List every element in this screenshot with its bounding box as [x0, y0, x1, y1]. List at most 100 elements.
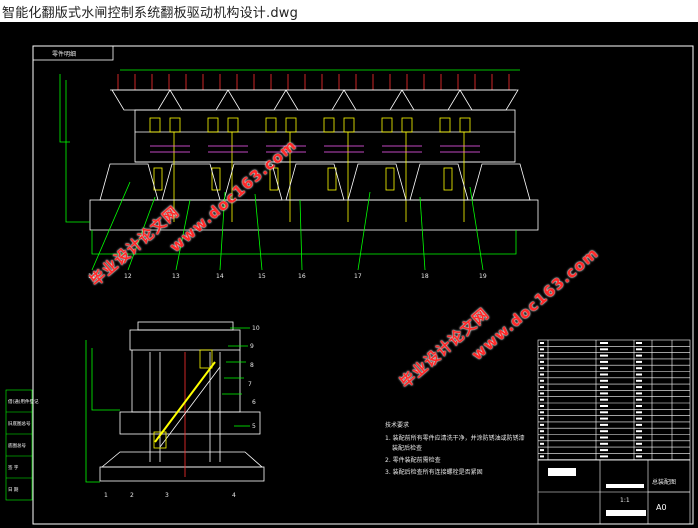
stamp-label: 签 字 [8, 464, 19, 471]
cell-mark [540, 348, 544, 351]
parts-list [537, 339, 691, 525]
cell-mark [600, 386, 608, 389]
funnel [343, 89, 403, 111]
cylinder [169, 117, 181, 133]
cell-mark [636, 367, 642, 370]
notes-item-3: 2. 零件装配前需检查 [385, 456, 441, 464]
cell-mark [540, 342, 544, 344]
cell-mark [540, 417, 544, 420]
cell-mark [600, 342, 608, 344]
technical-notes: 技术要求 1. 装配前所有零件应清洗干净，并涂防锈油或防锈漆 装配后检查 2. … [385, 421, 525, 476]
side-elevation-view: 1 2 3 4 5 6 7 8 9 10 [85, 321, 265, 499]
balloon-label: 8 [250, 362, 254, 369]
balloon-label: 16 [298, 273, 306, 280]
cell-mark [636, 342, 642, 344]
titleblock-sheet-size: A0 [656, 503, 667, 512]
cell-mark [600, 405, 608, 407]
stamp-label: 借(通)用件登记 [8, 398, 39, 405]
cell-mark [540, 430, 544, 433]
balloon-label: 18 [421, 273, 429, 280]
leader [469, 186, 484, 271]
cell-mark [540, 423, 544, 426]
cell-mark [540, 449, 544, 452]
cylinder [153, 167, 163, 191]
stamp-label: 旧底图总号 [8, 420, 31, 427]
funnel [285, 89, 345, 111]
titleblock-scale: 1:1 [620, 497, 630, 504]
cell-mark [600, 436, 608, 439]
cylinder [265, 117, 277, 133]
balloon-label: 10 [252, 325, 260, 332]
cylinder [459, 117, 471, 133]
cell-mark [540, 436, 544, 439]
cell-mark [600, 379, 608, 382]
cell-mark [600, 367, 608, 370]
cell-mark [636, 373, 642, 376]
balloon-label: 9 [250, 343, 254, 350]
cell-mark [636, 436, 642, 439]
cylinder [323, 117, 335, 133]
balloon-label: 4 [232, 492, 236, 499]
balloon-label: 15 [258, 273, 266, 280]
leader [254, 193, 263, 271]
balloon-label: 14 [216, 273, 224, 280]
cell-mark [636, 398, 642, 401]
cell-mark [636, 417, 642, 420]
cylinder [227, 117, 239, 133]
funnel [401, 89, 461, 111]
cell-mark [540, 379, 544, 382]
titleblock-part-label: 总装配图 [652, 478, 676, 486]
pier [471, 163, 531, 201]
cell-mark [636, 386, 642, 389]
pier [409, 163, 469, 201]
cell-mark [600, 360, 608, 363]
window-title: 智能化翻版式水闸控制系统翻板驱动机构设计.dwg [2, 5, 299, 21]
window-titlebar: 智能化翻版式水闸控制系统翻板驱动机构设计.dwg [0, 0, 698, 22]
cell-mark [600, 411, 608, 414]
cell-mark [540, 455, 544, 458]
notes-item-2: 装配后检查 [392, 444, 422, 452]
cell-mark [600, 354, 608, 357]
cell-mark [540, 367, 544, 370]
cell-mark [540, 392, 544, 395]
cell-mark [600, 398, 608, 401]
cell-mark [600, 392, 608, 395]
cylinder [327, 167, 337, 191]
cell-mark [636, 348, 642, 351]
cell-mark [540, 354, 544, 357]
cell-mark [600, 373, 608, 376]
cell-mark [540, 442, 544, 445]
cylinder [401, 117, 413, 133]
cell-mark [600, 449, 608, 452]
notes-item-4: 3. 装配后检查所有连接螺栓是否紧固 [385, 468, 483, 476]
pier [161, 163, 221, 201]
cell-mark [540, 405, 544, 407]
cell-mark [636, 423, 642, 426]
balloon-label: 6 [252, 399, 256, 406]
pier [347, 163, 407, 201]
cell-mark [540, 398, 544, 401]
leader [357, 191, 371, 271]
balloon-label: 7 [248, 381, 252, 388]
cad-viewport[interactable]: 零件明细 11 12 13 14 15 16 17 18 19 1 2 3 4 … [0, 22, 698, 528]
cell-mark [600, 348, 608, 351]
cell-mark [636, 379, 642, 382]
cell-mark [636, 442, 642, 445]
cylinder [207, 117, 219, 133]
balloon-label: 17 [354, 273, 362, 280]
cylinder [385, 167, 395, 191]
cell-mark [540, 411, 544, 414]
cell-mark [600, 442, 608, 445]
cell-mark [636, 411, 642, 414]
leader [299, 199, 303, 271]
cell-mark [600, 417, 608, 420]
cylinder [285, 117, 297, 133]
notes-heading: 技术要求 [385, 421, 409, 429]
stamp-label: 底图总号 [8, 442, 26, 449]
cylinder [443, 167, 453, 191]
cell-mark [636, 360, 642, 363]
cell-mark [636, 405, 642, 407]
funnel [227, 89, 287, 111]
funnel [459, 89, 519, 111]
cell-mark [540, 373, 544, 376]
